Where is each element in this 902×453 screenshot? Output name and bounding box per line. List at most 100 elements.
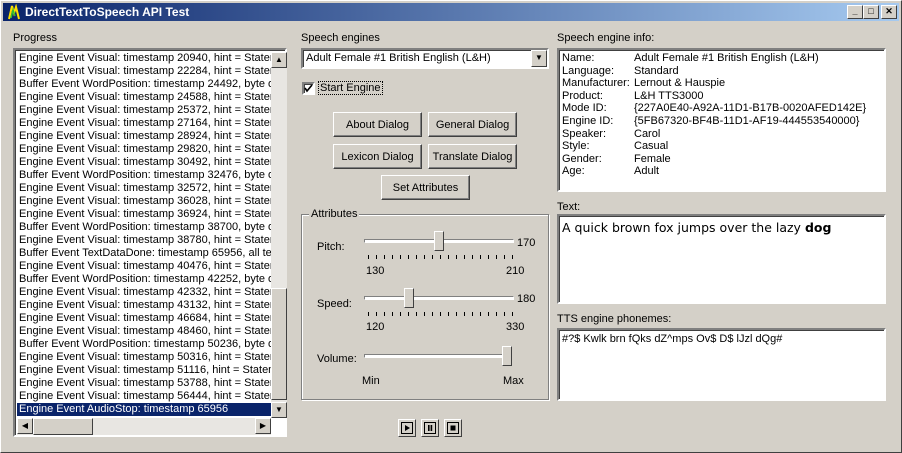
list-item[interactable]: Engine Event Visual: timestamp 22284, hi… [17,65,271,78]
list-item[interactable]: Engine Event Visual: timestamp 20940, hi… [17,52,271,65]
list-item[interactable]: Engine Event Visual: timestamp 42332, hi… [17,286,271,299]
pitch-thumb[interactable] [434,231,444,251]
speed-thumb[interactable] [404,288,414,308]
engine-info-value: Lernout & Hauspie [634,77,726,90]
scroll-down-icon[interactable]: ▼ [271,402,287,418]
scroll-up-icon[interactable]: ▲ [271,52,287,68]
phonemes-box[interactable]: #?$ Kwlk brn fQks dZ^mps Ov$ D$ lJzl dQg… [557,328,886,401]
list-item[interactable]: Engine Event AudioStop: timestamp 65956 [17,403,271,416]
list-item[interactable]: Engine Event Visual: timestamp 38780, hi… [17,234,271,247]
set-attributes-button[interactable]: Set Attributes [381,175,470,200]
engine-info-key: Mode ID: [562,102,607,115]
list-item[interactable]: Buffer Event WordPosition: timestamp 324… [17,169,271,182]
pitch-value: 170 [517,237,536,249]
progress-list[interactable]: Engine Event Visual: timestamp 20940, hi… [13,48,287,437]
list-item[interactable]: Engine Event Visual: timestamp 24588, hi… [17,91,271,104]
text-normal: A quick brown fox jumps over the lazy [562,220,805,235]
start-engine-checkbox[interactable] [302,82,315,95]
engine-info-key: Speaker: [562,127,607,140]
vertical-scrollbar[interactable]: ▲ ▼ [271,52,287,418]
engine-info-value: {227A0E40-A92A-11D1-B17B-0020AFED142E} [634,102,867,115]
speech-engines-label: Speech engines [301,32,380,44]
speed-min: 120 [366,321,385,333]
list-item[interactable]: Buffer Event WordPosition: timestamp 422… [17,273,271,286]
progress-rows: Engine Event Visual: timestamp 20940, hi… [17,52,271,418]
start-engine-label[interactable]: Start Engine [318,81,383,95]
list-item[interactable]: Engine Event Visual: timestamp 36028, hi… [17,195,271,208]
chevron-down-icon[interactable]: ▼ [531,50,547,67]
list-item[interactable]: Engine Event Visual: timestamp 48460, hi… [17,325,271,338]
speed-label: Speed: [317,298,352,310]
translate-dialog-button[interactable]: Translate Dialog [428,144,517,169]
progress-label: Progress [13,32,58,44]
pitch-slider[interactable] [364,231,514,255]
list-item[interactable]: Engine Event Visual: timestamp 56444, hi… [17,390,271,403]
list-item[interactable]: Buffer Event WordPosition: timestamp 244… [17,78,271,91]
speed-value: 180 [517,293,536,305]
list-item[interactable]: Engine Event Visual: timestamp 40476, hi… [17,260,271,273]
list-item[interactable]: Engine Event Visual: timestamp 25372, hi… [17,104,271,117]
pause-button[interactable] [421,419,439,437]
checkmark-icon [304,84,313,93]
pitch-min: 130 [366,265,385,277]
volume-label: Volume: [317,353,357,365]
list-item[interactable]: Engine Event Visual: timestamp 30492, hi… [17,156,271,169]
list-item[interactable]: Engine Event Visual: timestamp 43132, hi… [17,299,271,312]
engine-info-key: Age: [562,165,585,178]
speech-engine-select[interactable]: Adult Female #1 British English (L&H) ▼ [301,48,549,69]
stop-button[interactable] [444,419,462,437]
vertical-scroll-thumb[interactable] [271,288,287,400]
window-title: DirectTextToSpeech API Test [25,5,190,19]
engine-info-key: Manufacturer: [562,77,630,90]
horizontal-scroll-thumb[interactable] [33,418,93,435]
close-button[interactable]: ✕ [881,5,897,19]
list-item[interactable]: Engine Event Visual: timestamp 50316, hi… [17,351,271,364]
pause-icon [424,422,436,434]
text-content: A quick brown fox jumps over the lazy do… [562,220,831,235]
horizontal-scrollbar[interactable]: ◀ ▶ [17,418,271,435]
scroll-left-icon[interactable]: ◀ [17,418,33,434]
minimize-button[interactable]: _ [847,5,863,19]
list-item[interactable]: Engine Event Visual: timestamp 29820, hi… [17,143,271,156]
engine-info-box: Name: Adult Female #1 British English (L&… [557,48,886,192]
speed-track [364,296,514,300]
general-dialog-button[interactable]: General Dialog [428,112,517,137]
volume-slider[interactable] [364,346,514,370]
engine-info-value: Carol [634,127,661,140]
speed-slider[interactable] [364,288,514,312]
pitch-ticks [368,255,514,259]
volume-min: Min [362,375,380,387]
pitch-max: 210 [506,265,525,277]
engine-info-key: Language: [562,64,614,77]
volume-max: Max [503,375,524,387]
engine-info-key: Engine ID: [562,115,614,127]
phonemes-text: #?$ Kwlk brn fQks dZ^mps Ov$ D$ lJzl dQg… [562,333,783,345]
attributes-label: Attributes [309,208,360,220]
list-item[interactable]: Engine Event Visual: timestamp 53788, hi… [17,377,271,390]
list-item[interactable]: Engine Event Visual: timestamp 46684, hi… [17,312,271,325]
lexicon-dialog-button[interactable]: Lexicon Dialog [333,144,422,169]
engine-info-key: Style: [562,140,590,153]
list-item[interactable]: Buffer Event TextDataDone: timestamp 659… [17,247,271,260]
maximize-button[interactable]: □ [863,5,879,19]
pitch-label: Pitch: [317,241,345,253]
speech-engine-selected: Adult Female #1 British English (L&H) [306,52,491,64]
engine-info-label: Speech engine info: [557,32,655,44]
list-item[interactable]: Engine Event Visual: timestamp 51116, hi… [17,364,271,377]
list-item[interactable]: Buffer Event WordPosition: timestamp 502… [17,338,271,351]
play-button[interactable] [398,419,416,437]
engine-info-value: Casual [634,140,669,153]
scroll-right-icon[interactable]: ▶ [255,418,271,434]
text-input[interactable]: A quick brown fox jumps over the lazy do… [557,214,886,304]
list-item[interactable]: Engine Event Visual: timestamp 28924, hi… [17,130,271,143]
list-item[interactable]: Buffer Event WordPosition: timestamp 387… [17,221,271,234]
volume-thumb[interactable] [502,346,512,366]
list-item[interactable]: Engine Event Visual: timestamp 32572, hi… [17,182,271,195]
list-item[interactable]: Engine Event Visual: timestamp 27164, hi… [17,117,271,130]
title-bar[interactable]: DirectTextToSpeech API Test _ □ ✕ [3,3,899,21]
engine-info-value: L&H TTS3000 [634,89,704,102]
list-item[interactable]: Engine Event Visual: timestamp 36924, hi… [17,208,271,221]
about-dialog-button[interactable]: About Dialog [333,112,422,137]
engine-info-value: {5FB67320-BF4B-11D1-AF19-444553540000} [634,115,860,127]
app-icon [8,4,20,20]
